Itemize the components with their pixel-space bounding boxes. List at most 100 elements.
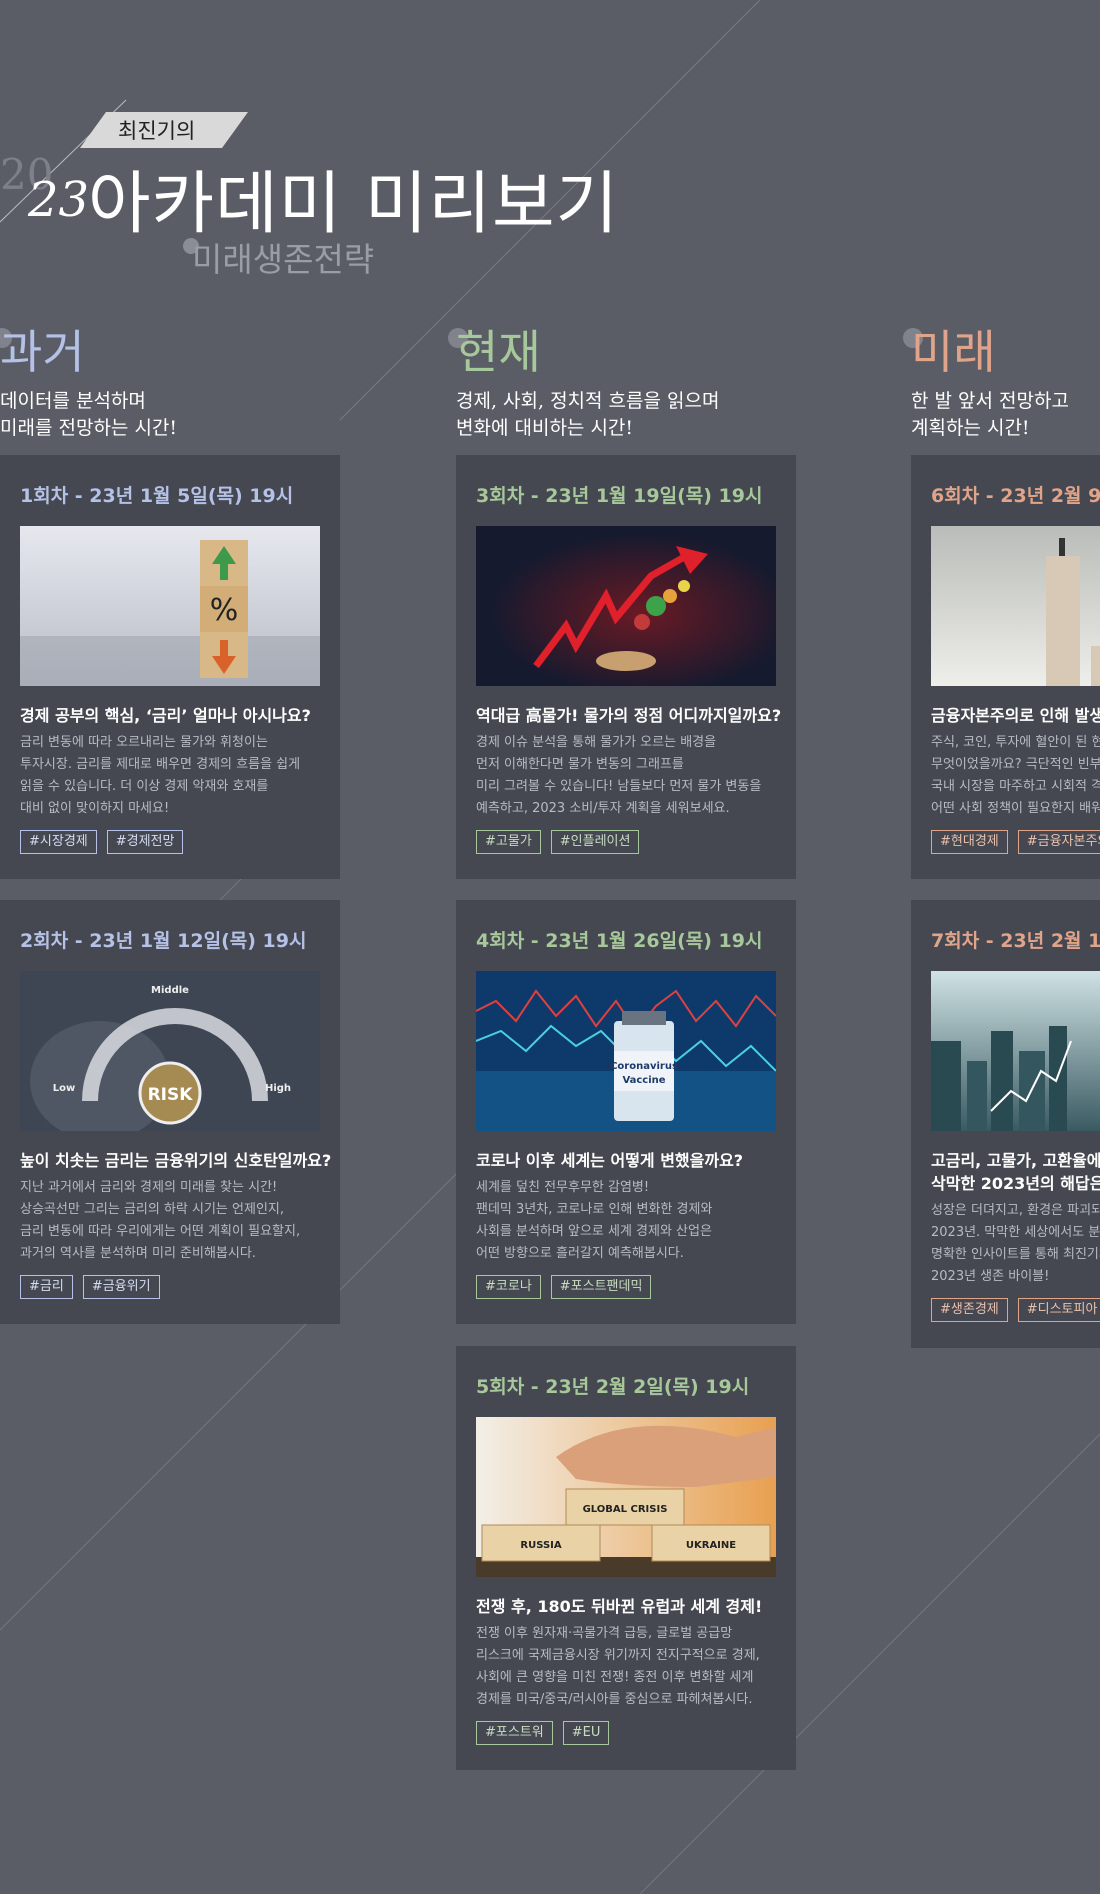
card-heading-line: 삭막한 2023년의 해답은? [931,1174,1100,1193]
session-card[interactable]: 5회차 - 23년 2월 2일(목) 19시 GLOBAL CRISIS RUS… [456,1346,796,1770]
card-body-line: 지난 과거에서 금리와 경제의 미래를 찾는 시간! [20,1180,278,1195]
tag-list: #금리 #금융위기 [20,1275,320,1299]
risk-gauge-image: Middle Low High RISK [20,971,320,1131]
percent-blocks-image: % [20,526,320,686]
page-header: 최진기의 20 23 아카데미 미리보기 미래생존전략 [0,0,1100,300]
global-crisis-blocks-image: GLOBAL CRISIS RUSSIA UKRAINE [476,1417,776,1577]
column-title: 미래 [911,325,996,379]
card-body-line: 사회에 큰 영향을 미친 전쟁! 종전 이후 변화할 세계 [476,1670,754,1685]
hashtag[interactable]: #생존경제 [931,1298,1008,1322]
tag-list: #시장경제 #경제전망 [20,830,320,854]
card-heading: 전쟁 후, 180도 뒤바뀐 유럽과 세계 경제! [476,1597,763,1616]
session-date: 7회차 - 23년 2월 16일(목) 19시 [931,930,1100,952]
tag-list: #포스트워 #EU [476,1721,776,1745]
hashtag[interactable]: #코로나 [476,1275,541,1299]
card-body: 경제 이슈 분석을 통해 물가가 오르는 배경을 먼저 이해한다면 물가 변동의… [476,732,776,820]
column-desc-line: 계획하는 시간! [911,417,1030,439]
card-body-line: 팬데믹 3년차, 코로나로 인해 변화한 경제와 [476,1202,713,1217]
card-body-line: 금리 변동에 따라 우리에게는 어떤 계획이 필요할지, [20,1224,301,1239]
session-date: 5회차 - 23년 2월 2일(목) 19시 [476,1376,750,1398]
column-desc-line: 데이터를 분석하며 [0,390,146,412]
card-body: 지난 과거에서 금리와 경제의 미래를 찾는 시간! 상승곡선만 그리는 금리의… [20,1177,320,1265]
block-top-label: GLOBAL CRISIS [583,1504,668,1515]
card-body-line: 주식, 코인, 투자에 혈안이 된 현대인들이 얻은 것은 [931,735,1100,750]
gauge-center-label: RISK [148,1085,194,1105]
pillar-man-image [931,526,1100,686]
card-heading: 코로나 이후 세계는 어떻게 변했을까요? [476,1151,744,1170]
session-date: 6회차 - 23년 2월 9일(목) 19시 [931,485,1100,507]
column-present: 현재 경제, 사회, 정치적 흐름을 읽으며 변화에 대비하는 시간! [448,320,796,454]
card-body-line: 명확한 인사이트를 통해 최진기와 함께 준비하는 [931,1247,1100,1262]
card-body-line: 세계를 덮친 전무후무한 감염병! [476,1180,650,1195]
hashtag[interactable]: #현대경제 [931,830,1008,854]
inflation-arrow-image [476,526,776,686]
card-body-line: 성장은 더뎌지고, 환경은 파괴되어가는 [931,1203,1100,1218]
card-body: 성장은 더뎌지고, 환경은 파괴되어가는 2023년. 막막한 세상에서도 분명… [931,1200,1100,1288]
card-body-line: 리스크에 국제금융시장 위기까지 전지구적으로 경제, [476,1648,760,1663]
hashtag[interactable]: #EU [562,1721,610,1745]
card-body-line: 2023년. 막막한 세상에서도 분명히 길은 있습니다. [931,1225,1100,1240]
card-heading: 역대급 高물가! 물가의 정점 어디까지일까요? [476,706,782,725]
column-future-header: 미래 한 발 앞서 전망하고 계획하는 시간! [903,320,1100,454]
column-past: 과거 데이터를 분석하며 미래를 전망하는 시간! [0,320,340,454]
hashtag[interactable]: #포스트팬데믹 [550,1275,652,1299]
gauge-middle-label: Middle [151,985,189,996]
page-subtitle: 미래생존전략 [192,240,375,279]
column-desc-line: 경제, 사회, 정치적 흐름을 읽으며 [456,390,720,412]
tag-list: #생존경제 #디스토피아 [931,1298,1100,1322]
session-card[interactable]: 1회차 - 23년 1월 5일(목) 19시 % 경제 공부의 핵심, ‘금리’… [0,455,340,879]
column-desc: 한 발 앞서 전망하고 계획하는 시간! [911,388,1069,442]
column-desc: 데이터를 분석하며 미래를 전망하는 시간! [0,388,177,442]
card-body: 전쟁 이후 원자재·곡물가격 급등, 글로벌 공급망 리스크에 국제금융시장 위… [476,1623,776,1711]
card-body-line: 먼저 이해한다면 물가 변동의 그래프를 [476,757,684,772]
card-body-line: 예측하고, 2023 소비/투자 계획을 세워보세요. [476,801,730,816]
card-body-line: 과거의 역사를 분석하며 미리 준비해봅시다. [20,1246,256,1261]
hashtag[interactable]: #인플레이션 [550,830,640,854]
hashtag[interactable]: #금리 [20,1275,73,1299]
card-heading: 고금리, 고물가, 고환율에 지친 당신! 삭막한 2023년의 해답은? [931,1149,1100,1195]
hashtag[interactable]: #금융위기 [82,1275,160,1299]
session-date: 3회차 - 23년 1월 19일(목) 19시 [476,485,763,507]
vial-label-line2: Vaccine [622,1075,665,1086]
column-title: 현재 [456,325,541,379]
card-heading: 금융자본주의로 인해 발생한 양극화 [931,706,1100,725]
column-desc-line: 변화에 대비하는 시간! [456,417,634,439]
card-body-line: 어떤 사회 정책이 필요한지 배워봅시다. [931,801,1100,816]
city-skyline-image [931,971,1100,1131]
session-card[interactable]: 6회차 - 23년 2월 9일(목) 19시 금융자본주의로 인해 발생한 양극… [911,455,1100,879]
hashtag[interactable]: #디스토피아 [1017,1298,1100,1322]
column-desc-line: 한 발 앞서 전망하고 [911,390,1069,412]
hashtag[interactable]: #고물가 [476,830,541,854]
column-desc: 경제, 사회, 정치적 흐름을 읽으며 변화에 대비하는 시간! [456,388,719,442]
session-card[interactable]: 2회차 - 23년 1월 12일(목) 19시 Middle Low High … [0,900,340,1324]
card-body-line: 대비 없이 맞이하지 마세요! [20,801,170,816]
card-body-line: 투자시장. 금리를 제대로 배우면 경제의 흐름을 쉽게 [20,757,301,772]
session-card[interactable]: 4회차 - 23년 1월 26일(목) 19시 Coronavirus Vacc… [456,900,796,1324]
tag-list: #현대경제 #금융자본주의 [931,830,1100,854]
card-body-line: 미리 그려볼 수 있습니다! 남들보다 먼저 물가 변동을 [476,779,762,794]
column-title: 과거 [0,325,85,379]
svg-text:%: % [210,593,239,628]
card-body-line: 무엇이었을까요? 극단적인 빈부격차로 나뉘어진 [931,757,1100,772]
card-body-line: 국내 시장을 마주하고 시회적 격차를 줄이기 위해 [931,779,1100,794]
session-date: 1회차 - 23년 1월 5일(목) 19시 [20,485,294,507]
session-date: 2회차 - 23년 1월 12일(목) 19시 [20,930,307,952]
card-body-line: 사회를 분석하며 앞으로 세계 경제와 산업은 [476,1224,712,1239]
hashtag[interactable]: #포스트워 [476,1721,553,1745]
card-heading: 높이 치솟는 금리는 금융위기의 신호탄일까요? [20,1151,332,1170]
session-card[interactable]: 7회차 - 23년 2월 16일(목) 19시 고금리, 고물가, 고환율에 지… [911,900,1100,1348]
session-card[interactable]: 3회차 - 23년 1월 19일(목) 19시 역대급 高물가! 물가의 정점 … [456,455,796,879]
card-body-line: 읽을 수 있습니다. 더 이상 경제 악재와 호재를 [20,779,269,794]
card-body-line: 어떤 방향으로 흘러갈지 예측해봅시다. [476,1246,684,1261]
year-suffix: 23 [28,172,90,228]
hashtag[interactable]: #금융자본주의 [1017,830,1100,854]
hashtag[interactable]: #시장경제 [20,830,97,854]
card-body: 주식, 코인, 투자에 혈안이 된 현대인들이 얻은 것은 무엇이었을까요? 극… [931,732,1100,820]
hashtag[interactable]: #경제전망 [106,830,184,854]
header-tag: 최진기의 [118,119,196,143]
tag-list: #코로나 #포스트팬데믹 [476,1275,776,1299]
gauge-low-label: Low [53,1083,75,1094]
vaccine-chart-image: Coronavirus Vaccine [476,971,776,1131]
card-body-line: 전쟁 이후 원자재·곡물가격 급등, 글로벌 공급망 [476,1626,733,1641]
card-heading-line: 고금리, 고물가, 고환율에 지친 당신! [931,1151,1100,1170]
